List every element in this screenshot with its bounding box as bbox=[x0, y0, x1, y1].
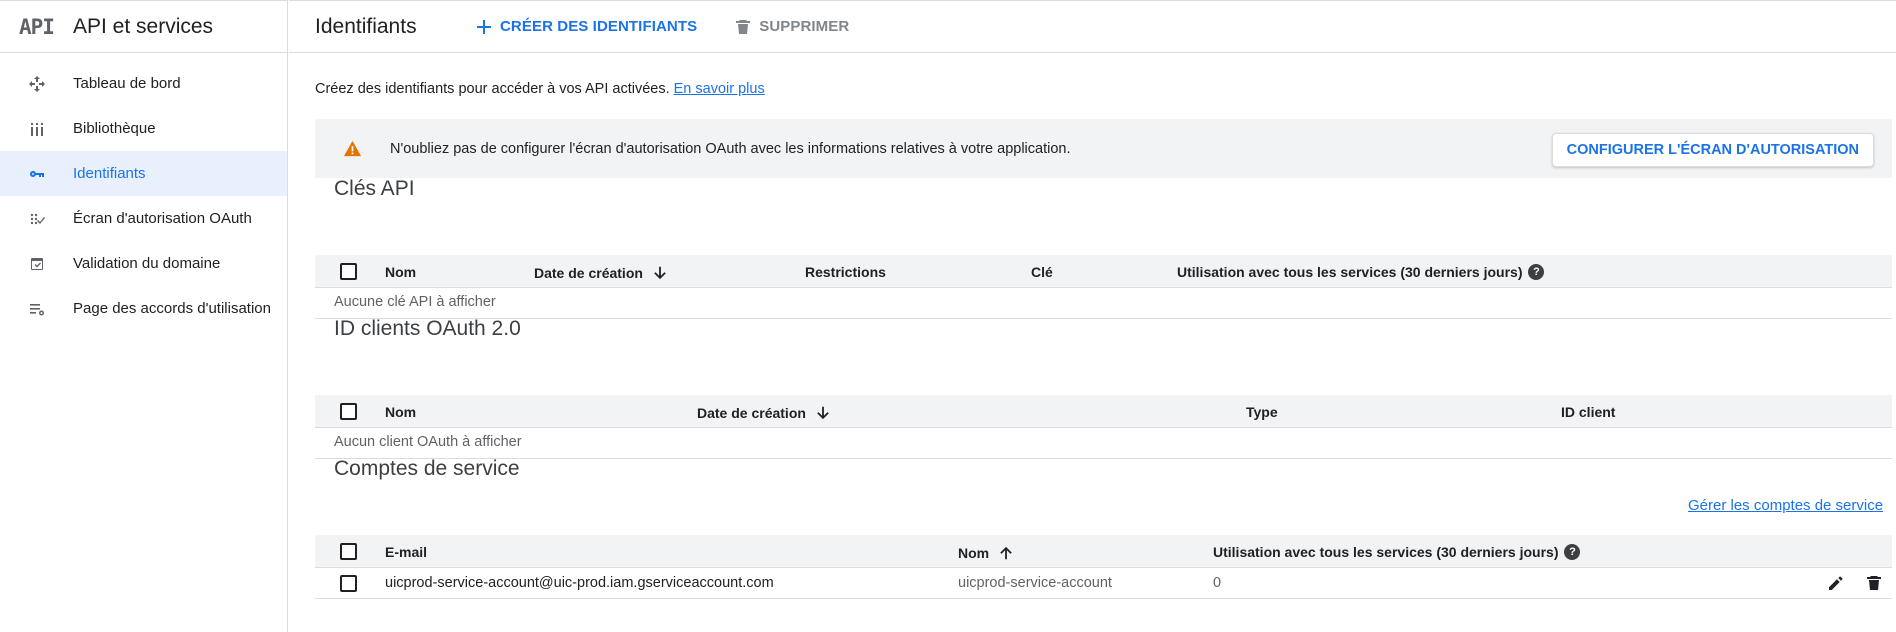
column-header[interactable]: Clé bbox=[1031, 264, 1053, 280]
arrow-up-icon bbox=[1000, 546, 1012, 560]
empty-message: Aucune clé API à afficher bbox=[334, 294, 496, 310]
edit-icon[interactable] bbox=[1826, 573, 1846, 593]
manage-service-accounts-link[interactable]: Gérer les comptes de service bbox=[1688, 497, 1883, 514]
column-header-label: Utilisation avec tous les services (30 d… bbox=[1213, 544, 1559, 560]
select-all-checkbox[interactable] bbox=[340, 263, 357, 280]
banner-message: N'oubliez pas de configurer l'écran d'au… bbox=[390, 140, 1071, 157]
page-title: Identifiants bbox=[315, 14, 417, 38]
column-header[interactable]: Restrictions bbox=[805, 264, 886, 280]
intro-text: Créez des identifiants pour accéder à vo… bbox=[315, 81, 765, 97]
service-account-email[interactable]: uicprod-service-account@uic-prod.iam.gse… bbox=[385, 575, 774, 591]
column-header-sortable[interactable]: Nom bbox=[958, 544, 1015, 562]
dashboard-icon bbox=[0, 74, 73, 94]
column-header[interactable]: Nom bbox=[385, 404, 416, 420]
column-header-label: Date de création bbox=[534, 265, 643, 281]
service-account-usage: 0 bbox=[1213, 575, 1222, 591]
sidebar-item-oauth-consent[interactable]: Écran d'autorisation OAuth bbox=[0, 196, 287, 241]
sidebar-item-label: Écran d'autorisation OAuth bbox=[73, 210, 252, 227]
delete-label: SUPPRIMER bbox=[759, 18, 850, 35]
service-account-name: uicprod-service-account bbox=[958, 575, 1112, 591]
column-header-label: Date de création bbox=[697, 405, 806, 421]
help-icon[interactable]: ? bbox=[1564, 544, 1581, 560]
create-credentials-button[interactable]: CRÉER DES IDENTIFIANTS bbox=[474, 17, 697, 37]
configure-consent-screen-button[interactable]: CONFIGURER L'ÉCRAN D'AUTORISATION bbox=[1551, 133, 1874, 167]
api-logo[interactable]: API bbox=[0, 15, 73, 39]
trash-icon bbox=[736, 19, 751, 34]
sidebar-item-agreements[interactable]: Page des accords d'utilisation bbox=[0, 286, 287, 331]
table-row: uicprod-service-account@uic-prod.iam.gse… bbox=[315, 568, 1892, 599]
column-header-sortable[interactable]: Date de création bbox=[534, 264, 669, 282]
product-title[interactable]: API et services bbox=[73, 15, 213, 39]
key-icon bbox=[0, 164, 73, 184]
empty-row: Aucune clé API à afficher bbox=[315, 288, 1892, 319]
select-all-checkbox[interactable] bbox=[340, 403, 357, 420]
column-header[interactable]: ID client bbox=[1561, 404, 1615, 420]
sidebar-item-library[interactable]: Bibliothèque bbox=[0, 106, 287, 151]
plus-icon bbox=[477, 19, 491, 34]
sidebar-item-domain-verification[interactable]: Validation du domaine bbox=[0, 241, 287, 286]
sidebar: API API et services Tableau de bord Bibl… bbox=[0, 0, 288, 632]
sidebar-nav: Tableau de bord Bibliothèque Identifiant… bbox=[0, 53, 287, 331]
column-header[interactable]: Utilisation avec tous les services (30 d… bbox=[1177, 264, 1545, 280]
domain-verification-icon bbox=[0, 254, 73, 274]
api-keys-title: Clés API bbox=[334, 177, 415, 200]
empty-message: Aucun client OAuth à afficher bbox=[334, 434, 522, 450]
api-keys-table-header: Nom Date de création Restrictions Clé Ut… bbox=[315, 255, 1892, 288]
toolbar: Identifiants CRÉER DES IDENTIFIANTS SUPP… bbox=[289, 0, 1896, 53]
service-accounts-table-header: E-mail Nom Utilisation avec tous les ser… bbox=[315, 535, 1892, 568]
sidebar-header: API API et services bbox=[0, 1, 287, 53]
delete-icon[interactable] bbox=[1864, 573, 1884, 593]
column-header-label: Nom bbox=[958, 545, 990, 561]
sidebar-item-label: Identifiants bbox=[73, 165, 146, 182]
learn-more-link[interactable]: En savoir plus bbox=[674, 81, 765, 97]
sidebar-item-label: Validation du domaine bbox=[73, 255, 221, 272]
oauth-consent-icon bbox=[0, 209, 73, 229]
sidebar-item-label: Tableau de bord bbox=[73, 75, 181, 92]
sidebar-item-credentials[interactable]: Identifiants bbox=[0, 151, 287, 196]
oauth-clients-title: ID clients OAuth 2.0 bbox=[334, 317, 521, 340]
agreements-icon bbox=[0, 299, 73, 319]
column-header[interactable]: Type bbox=[1246, 404, 1278, 420]
arrow-down-icon bbox=[817, 406, 829, 420]
column-header[interactable]: Nom bbox=[385, 264, 416, 280]
delete-button[interactable]: SUPPRIMER bbox=[733, 17, 849, 37]
warning-icon bbox=[343, 140, 362, 157]
library-icon bbox=[0, 119, 73, 139]
main-content: Créez des identifiants pour accéder à vo… bbox=[289, 53, 1896, 632]
column-header[interactable]: E-mail bbox=[385, 544, 427, 560]
arrow-down-icon bbox=[654, 266, 666, 280]
oauth-clients-table-header: Nom Date de création Type ID client bbox=[315, 395, 1892, 428]
sidebar-item-dashboard[interactable]: Tableau de bord bbox=[0, 61, 287, 106]
sidebar-item-label: Bibliothèque bbox=[73, 120, 156, 137]
column-header-label: Utilisation avec tous les services (30 d… bbox=[1177, 264, 1523, 280]
intro-text-body: Créez des identifiants pour accéder à vo… bbox=[315, 81, 670, 97]
column-header-sortable[interactable]: Date de création bbox=[697, 404, 832, 422]
oauth-warning-banner: N'oubliez pas de configurer l'écran d'au… bbox=[315, 119, 1892, 178]
help-icon[interactable]: ? bbox=[1528, 264, 1545, 280]
service-accounts-title: Comptes de service bbox=[334, 457, 520, 480]
create-credentials-label: CRÉER DES IDENTIFIANTS bbox=[500, 18, 698, 35]
row-checkbox[interactable] bbox=[340, 575, 357, 592]
empty-row: Aucun client OAuth à afficher bbox=[315, 428, 1892, 459]
sidebar-item-label: Page des accords d'utilisation bbox=[73, 300, 271, 317]
select-all-checkbox[interactable] bbox=[340, 543, 357, 560]
column-header[interactable]: Utilisation avec tous les services (30 d… bbox=[1213, 544, 1581, 560]
